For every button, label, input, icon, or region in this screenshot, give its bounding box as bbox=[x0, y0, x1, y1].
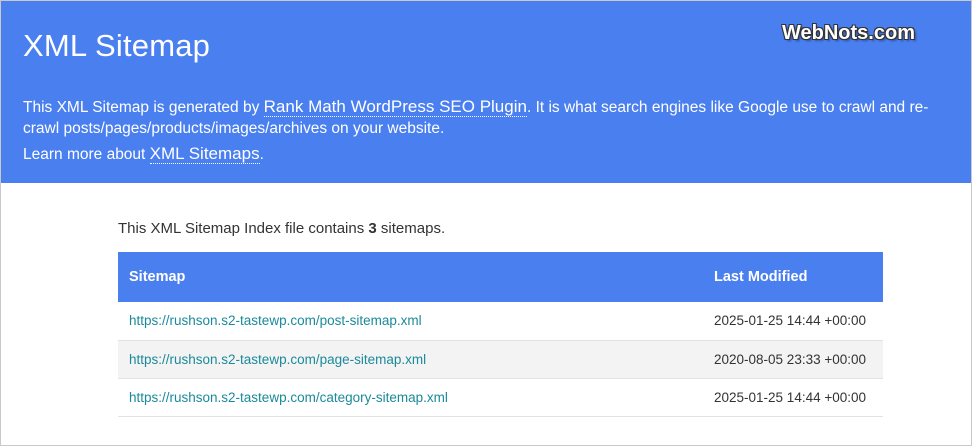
sitemap-link-post[interactable]: https://rushson.s2-tastewp.com/post-site… bbox=[129, 313, 422, 328]
learn-more-line: Learn more about XML Sitemaps. bbox=[23, 143, 264, 165]
page-title: XML Sitemap bbox=[23, 28, 211, 63]
last-modified-cell: 2025-01-25 14:44 +00:00 bbox=[714, 313, 867, 329]
sitemap-table: Sitemap Last Modified https://rushson.s2… bbox=[118, 252, 883, 417]
sitemap-content: This XML Sitemap Index file contains 3 s… bbox=[118, 218, 883, 417]
table-row: https://rushson.s2-tastewp.com/category-… bbox=[118, 378, 883, 416]
sitemap-link-page[interactable]: https://rushson.s2-tastewp.com/page-site… bbox=[129, 352, 426, 367]
description-prefix: This XML Sitemap is generated by bbox=[23, 99, 264, 116]
sitemap-cell: https://rushson.s2-tastewp.com/page-site… bbox=[118, 340, 703, 378]
sitemap-header: XML Sitemap WebNots.com This XML Sitemap… bbox=[0, 0, 972, 183]
last-modified-cell: 2020-08-05 23:33 +00:00 bbox=[714, 351, 867, 367]
table-row: https://rushson.s2-tastewp.com/page-site… bbox=[118, 340, 883, 378]
header-description: This XML Sitemap is generated by Rank Ma… bbox=[23, 96, 953, 139]
sitemap-count-text: This XML Sitemap Index file contains 3 s… bbox=[118, 218, 883, 240]
learn-more-prefix: Learn more about bbox=[23, 146, 150, 163]
column-header-last-modified: Last Modified bbox=[714, 269, 808, 285]
rank-math-plugin-link[interactable]: Rank Math WordPress SEO Plugin bbox=[263, 97, 527, 117]
watermark-logo: WebNots.com bbox=[782, 22, 915, 44]
last-modified-cell: 2025-01-25 14:44 +00:00 bbox=[714, 389, 867, 405]
learn-more-suffix: . bbox=[259, 146, 264, 163]
count-suffix: sitemaps. bbox=[376, 220, 446, 237]
table-header-row: Sitemap Last Modified bbox=[118, 252, 883, 302]
sitemap-cell: https://rushson.s2-tastewp.com/category-… bbox=[118, 378, 703, 416]
column-header-sitemap: Sitemap bbox=[129, 269, 186, 285]
count-prefix: This XML Sitemap Index file contains bbox=[118, 220, 369, 237]
xml-sitemaps-link[interactable]: XML Sitemaps bbox=[149, 144, 260, 164]
sitemap-link-category[interactable]: https://rushson.s2-tastewp.com/category-… bbox=[129, 390, 448, 405]
sitemap-cell: https://rushson.s2-tastewp.com/post-site… bbox=[118, 302, 703, 340]
table-row: https://rushson.s2-tastewp.com/post-site… bbox=[118, 302, 883, 340]
sitemap-count: 3 bbox=[368, 220, 377, 237]
